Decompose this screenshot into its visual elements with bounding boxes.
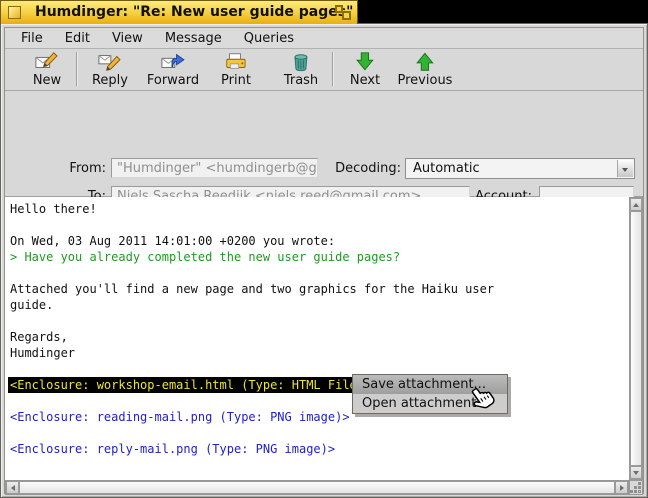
window-title: Humdinger: "Re: New user guide pages": [35, 1, 353, 24]
previous-arrow-icon: [413, 51, 437, 73]
right-arrow-icon: [620, 485, 624, 491]
zoom-icon: [335, 5, 343, 13]
body-line: Attached you'll find a new page and two …: [10, 281, 629, 297]
vertical-scrollbar[interactable]: [629, 197, 643, 480]
trash-button[interactable]: Trash: [272, 50, 330, 89]
reply-icon: [98, 51, 122, 73]
menu-bar: File Edit View Message Queries: [5, 28, 643, 49]
previous-button-label: Previous: [398, 73, 453, 88]
next-arrow-icon: [353, 51, 377, 73]
menu-queries[interactable]: Queries: [233, 29, 305, 48]
scroll-right-button[interactable]: [615, 481, 628, 494]
grip-dots-icon: [639, 491, 640, 492]
zoom-icon: [342, 11, 351, 20]
left-arrow-icon: [11, 485, 15, 491]
print-button[interactable]: Print: [207, 50, 265, 89]
horizontal-scroll-thumb[interactable]: [19, 481, 615, 494]
menu-edit[interactable]: Edit: [54, 29, 101, 48]
horizontal-scrollbar[interactable]: [5, 480, 629, 495]
next-button[interactable]: Next: [336, 50, 394, 89]
reply-button-label: Reply: [92, 73, 128, 88]
window-content: File Edit View Message Queries New: [4, 27, 644, 494]
scroll-up-button[interactable]: [630, 198, 642, 211]
menu-message[interactable]: Message: [154, 29, 233, 48]
scroll-down-button[interactable]: [630, 466, 642, 479]
enclosure-reply-mail[interactable]: <Enclosure: reply-mail.png (Type: PNG im…: [10, 441, 629, 457]
body-line: Regards,: [10, 329, 629, 345]
forward-icon: [161, 51, 185, 73]
open-attachment-menu-item[interactable]: Open attachment: [353, 394, 507, 413]
print-button-label: Print: [221, 73, 251, 88]
from-field[interactable]: "Humdinger" <humdingerb@goog: [111, 158, 318, 178]
message-header: From: "Humdinger" <humdingerb@goog Decod…: [5, 91, 643, 197]
zoom-button[interactable]: [335, 5, 351, 20]
menu-file[interactable]: File: [10, 29, 54, 48]
new-button-label: New: [33, 73, 61, 88]
close-button[interactable]: [8, 6, 21, 19]
scroll-left-button[interactable]: [6, 481, 19, 494]
trash-icon: [289, 51, 313, 73]
up-arrow-icon: [633, 203, 639, 207]
forward-button-label: Forward: [147, 73, 199, 88]
trash-button-label: Trash: [284, 73, 318, 88]
enclosure-reading-mail[interactable]: <Enclosure: reading-mail.png (Type: PNG …: [10, 409, 629, 425]
new-button[interactable]: New: [18, 50, 76, 89]
print-icon: [224, 51, 248, 73]
from-label: From:: [26, 161, 106, 176]
body-line: guide.: [10, 297, 629, 313]
toolbar-separator: [76, 52, 78, 86]
decoding-value: Automatic: [413, 161, 480, 176]
decoding-popup[interactable]: Automatic: [405, 158, 635, 179]
vertical-scroll-thumb[interactable]: [630, 211, 642, 466]
down-arrow-icon: [633, 471, 639, 475]
toolbar-separator: [332, 52, 334, 86]
previous-button[interactable]: Previous: [396, 50, 454, 89]
compose-icon: [35, 51, 59, 73]
decoding-label: Decoding:: [321, 161, 401, 176]
mail-window: File Edit View Message Queries New: [0, 23, 648, 498]
message-body[interactable]: Hello there! On Wed, 03 Aug 2011 14:01:0…: [5, 197, 629, 480]
quoted-line: > Have you already completed the new use…: [10, 249, 629, 265]
resize-grip[interactable]: [629, 480, 643, 495]
screen: File Edit View Message Queries New: [0, 0, 648, 498]
body-line: Hello there!: [10, 201, 629, 217]
next-button-label: Next: [350, 73, 380, 88]
title-tab[interactable]: Humdinger: "Re: New user guide pages": [0, 0, 358, 24]
toolbar: New Reply: [5, 49, 643, 91]
forward-button[interactable]: Forward: [144, 50, 202, 89]
body-line: On Wed, 03 Aug 2011 14:01:00 +0200 you w…: [10, 233, 629, 249]
body-line: Humdinger: [10, 345, 629, 361]
reply-button[interactable]: Reply: [81, 50, 139, 89]
attachment-context-menu: Save attachment... Open attachment: [352, 374, 508, 414]
enclosure-workshop-email-selected[interactable]: <Enclosure: workshop-email.html (Type: H…: [8, 377, 373, 393]
menu-view[interactable]: View: [101, 29, 154, 48]
popup-arrow-icon[interactable]: [617, 160, 633, 177]
save-attachment-menu-item[interactable]: Save attachment...: [353, 375, 507, 394]
